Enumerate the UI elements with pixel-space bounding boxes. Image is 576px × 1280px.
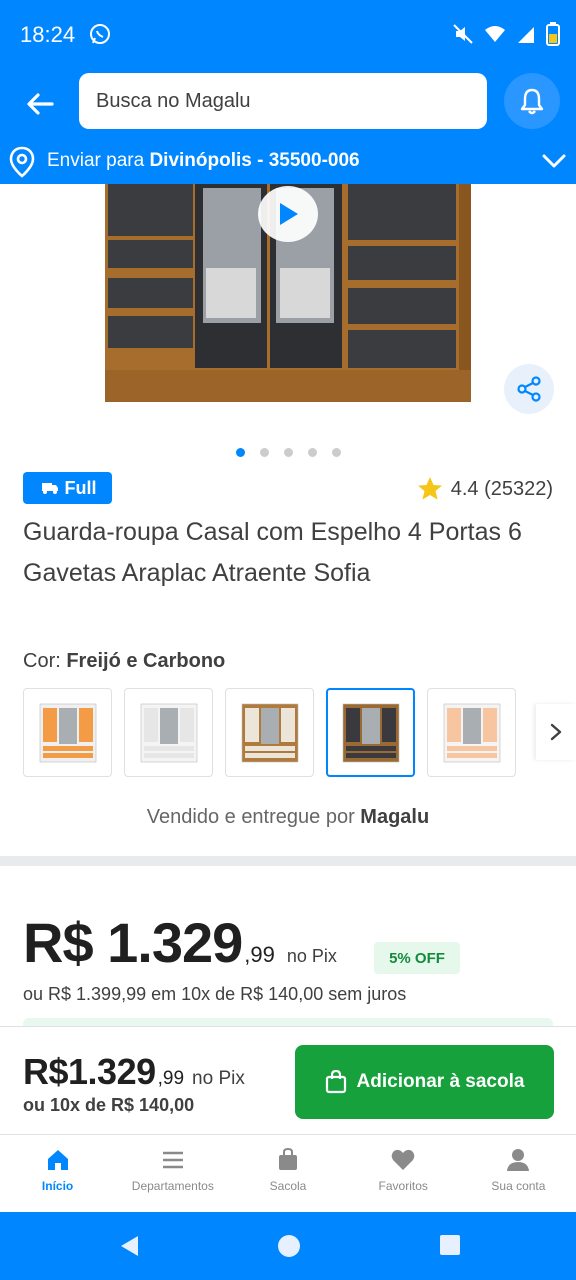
status-bar: 18:24	[0, 0, 576, 70]
discount-badge: 5% OFF	[374, 942, 460, 974]
top-header: Busca no Magalu	[0, 70, 576, 140]
chevron-right-icon	[550, 723, 562, 741]
gallery-dot[interactable]	[283, 448, 293, 457]
location-text: Enviar para Divinópolis - 35500-006	[47, 150, 360, 171]
full-badge-label: Full	[64, 477, 97, 498]
wardrobe-thumbnail	[241, 703, 298, 762]
home-icon	[47, 1150, 68, 1170]
buy-bar-installments: ou 10x de R$ 140,00	[23, 1095, 195, 1115]
swatches-next-button[interactable]	[536, 704, 576, 760]
color-swatch-freijo-carbono[interactable]	[326, 688, 415, 777]
nav-item-bag[interactable]: Sacola	[230, 1135, 345, 1212]
chevron-down-icon[interactable]	[541, 150, 567, 172]
notifications-button[interactable]	[504, 73, 560, 129]
search-input[interactable]: Busca no Magalu	[79, 73, 487, 129]
buy-bar-pix-label: no Pix	[192, 1068, 245, 1089]
nav-item-home[interactable]: Início	[0, 1135, 115, 1212]
user-icon	[507, 1149, 530, 1171]
gallery-dot[interactable]	[259, 448, 269, 457]
status-time: 18:24	[20, 22, 76, 47]
color-label: Cor: Freijó e Carbono	[23, 650, 226, 672]
search-placeholder: Busca no Magalu	[96, 90, 251, 112]
wardrobe-thumbnail	[443, 703, 500, 762]
nav-item-label: Sacola	[269, 1179, 307, 1193]
price-main: R$ 1.329	[23, 911, 243, 974]
nav-item-label: Favoritos	[378, 1179, 428, 1193]
price-block: R$ 1.329 ,99 no Pix	[23, 910, 337, 975]
nav-item-user[interactable]: Sua conta	[461, 1135, 576, 1212]
play-video-button[interactable]	[258, 186, 318, 242]
buy-bar-price: R$1.329 ,99 no Pix	[23, 1051, 245, 1093]
seller-info: Vendido e entregue por Magalu	[146, 806, 430, 828]
buy-bar: R$1.329 ,99 no Pix ou 10x de R$ 140,00 A…	[0, 1026, 576, 1134]
section-divider	[0, 856, 576, 866]
android-navigation-bar	[0, 1212, 576, 1280]
nav-item-label: Sua conta	[491, 1179, 546, 1193]
product-image[interactable]	[0, 184, 576, 434]
truck-icon	[41, 483, 58, 494]
mute-icon	[453, 24, 473, 44]
nav-item-label: Início	[41, 1179, 74, 1193]
system-recents-icon[interactable]	[439, 1234, 461, 1256]
share-button[interactable]	[504, 364, 554, 414]
heart-icon	[391, 1149, 415, 1170]
wardrobe-thumbnail	[342, 703, 399, 762]
gallery-dot[interactable]	[331, 448, 341, 457]
gallery-dot[interactable]	[307, 448, 317, 457]
location-pin-icon	[9, 146, 35, 178]
full-badge: Full	[23, 472, 112, 504]
installments-text: ou R$ 1.399,99 em 10x de R$ 140,00 sem j…	[23, 984, 407, 1004]
play-icon	[280, 203, 298, 225]
add-to-bag-button[interactable]: Adicionar à sacola	[295, 1045, 554, 1119]
nav-item-list[interactable]: Departamentos	[115, 1135, 230, 1212]
back-arrow-icon[interactable]	[22, 86, 58, 122]
delivery-location-bar[interactable]: Enviar para Divinópolis - 35500-006	[0, 140, 576, 184]
bottom-navigation: Início Departamentos Sacola Favoritos Sua co…	[0, 1134, 576, 1212]
nav-item-label: Departamentos	[131, 1179, 214, 1193]
add-to-bag-label: Adicionar à sacola	[356, 1071, 525, 1092]
product-rating[interactable]: 4.4 (25322)	[417, 476, 553, 502]
color-swatch-rose-white[interactable]	[427, 688, 516, 777]
whatsapp-icon	[90, 24, 110, 44]
wifi-icon	[485, 26, 505, 42]
list-icon	[162, 1151, 183, 1169]
bell-icon	[520, 88, 544, 115]
price-cents: ,99	[244, 942, 275, 967]
shopping-bag-icon	[325, 1070, 346, 1094]
share-icon	[517, 376, 541, 402]
buy-bar-price-cents: ,99	[157, 1068, 185, 1089]
color-swatch-wood-off-white[interactable]	[225, 688, 314, 777]
bag-icon	[279, 1147, 297, 1170]
system-back-icon[interactable]	[118, 1234, 140, 1258]
price-pix-label: no Pix	[286, 946, 337, 966]
signal-icon	[518, 27, 534, 43]
color-options	[23, 688, 576, 778]
system-home-icon[interactable]	[277, 1234, 301, 1258]
rating-text: 4.4 (25322)	[450, 477, 553, 500]
color-swatch-orange-white[interactable]	[23, 688, 112, 777]
wardrobe-thumbnail	[39, 703, 96, 762]
nav-item-heart[interactable]: Favoritos	[346, 1135, 461, 1212]
gallery-dot-active[interactable]	[235, 448, 245, 457]
color-swatch-white[interactable]	[124, 688, 213, 777]
buy-bar-price-main: R$1.329	[23, 1051, 156, 1092]
battery-icon	[546, 22, 560, 46]
wardrobe-thumbnail	[140, 703, 197, 762]
product-title: Guarda-roupa Casal com Espelho 4 Portas …	[23, 518, 522, 587]
status-icons	[452, 22, 560, 46]
gallery-pagination	[0, 448, 576, 457]
star-icon	[417, 477, 442, 500]
